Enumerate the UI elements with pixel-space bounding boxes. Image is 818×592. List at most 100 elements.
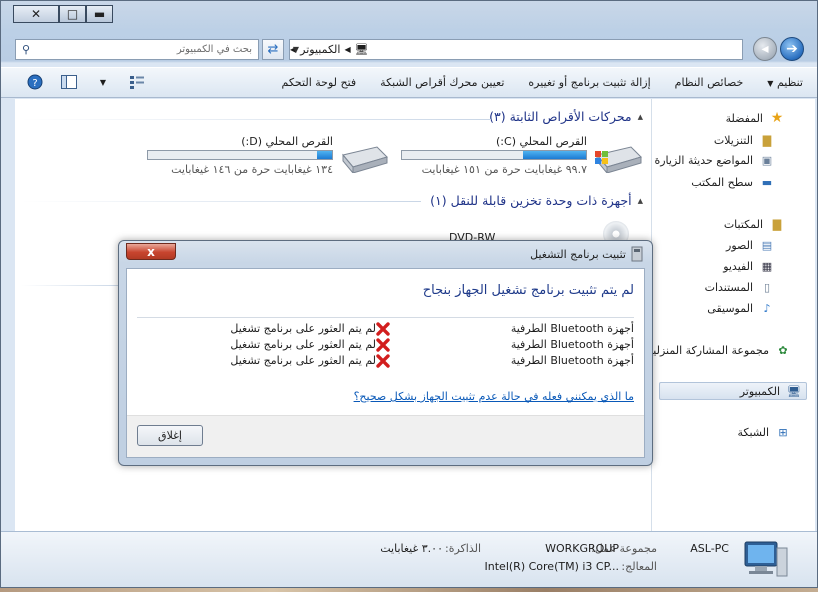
refresh-button[interactable]: ⇄ xyxy=(262,39,284,60)
nav-network[interactable]: ⊞ الشبكة xyxy=(737,425,791,439)
nav-documents-label: المستندات xyxy=(704,280,753,294)
computer-icon: 🖥 xyxy=(787,384,801,398)
device-status: لم يتم العثور على برنامج تشغيل xyxy=(230,322,376,335)
homegroup-icon: ✿ xyxy=(778,343,788,357)
group-divider xyxy=(21,285,121,286)
recent-places-icon: ▣ xyxy=(761,153,773,167)
map-network-drive-button[interactable]: تعيين محرك أقراص الشبكة xyxy=(380,76,504,89)
pictures-icon: ▤ xyxy=(761,238,773,252)
nav-documents[interactable]: ▯ المستندات xyxy=(705,280,775,294)
window-close-button[interactable]: ✕ xyxy=(13,5,59,23)
address-bar[interactable]: 🖥 ◀ الكمبيوتر ◀ xyxy=(289,39,743,60)
dialog-close-button[interactable]: x xyxy=(126,243,176,260)
nav-libraries-label: المكتبات xyxy=(723,217,763,231)
hdd-group-header[interactable]: ▲ محركات الأقراص الثابتة (٣) xyxy=(489,109,643,124)
nav-homegroup[interactable]: ✿ مجموعة المشاركة المنزلية xyxy=(647,343,791,357)
memory-value: ٣.٠٠ غيغابايت xyxy=(380,542,443,555)
device-row: أجهزة Bluetooth الطرفية لم يتم العثور عل… xyxy=(127,354,644,370)
music-note-icon: ♪ xyxy=(763,301,771,315)
nav-favorites-label: المفضلة xyxy=(725,111,763,125)
nav-videos[interactable]: ▦ الفيديو xyxy=(723,259,775,273)
documents-icon: ▯ xyxy=(763,280,771,294)
drive-c[interactable]: القرص المحلي (C:) ٩٩.٧ غيغابايت حرة من ١… xyxy=(395,135,643,181)
view-dropdown-icon[interactable]: ▼ xyxy=(93,73,113,91)
downloads-folder-icon: ▇ xyxy=(762,133,772,147)
star-icon: ★ xyxy=(770,110,784,126)
windows-drive-icon xyxy=(593,141,643,175)
group-divider xyxy=(21,119,491,120)
chevron-down-icon: ▼ xyxy=(292,45,300,54)
group-divider xyxy=(21,201,421,202)
preview-pane-icon[interactable] xyxy=(59,73,79,91)
removable-group-header[interactable]: ▲ أجهزة ذات وحدة تخزين قابلة للنقل (١) xyxy=(430,193,643,208)
forward-nav-button[interactable]: ➔ xyxy=(780,37,804,61)
svg-text:?: ? xyxy=(32,78,37,89)
breadcrumb-computer[interactable]: الكمبيوتر xyxy=(300,43,340,56)
network-icon: ⊞ xyxy=(778,425,788,439)
window-minimize-button[interactable]: ▬ xyxy=(86,5,113,23)
collapse-triangle-icon: ▲ xyxy=(637,196,643,205)
search-placeholder: بحث في الكمبيوتر xyxy=(176,44,252,55)
video-film-icon: ▦ xyxy=(761,259,773,273)
error-x-icon xyxy=(376,322,390,336)
nav-libraries[interactable]: ▇ المكتبات xyxy=(724,217,785,231)
drive-usage-bar xyxy=(401,150,587,160)
drive-d[interactable]: القرص المحلي (D:) ١٣٤ غيغابايت حرة من ١٤… xyxy=(141,135,389,181)
dialog-separator xyxy=(137,317,634,318)
view-controls: ? ▼ xyxy=(25,73,147,91)
dialog-body: لم يتم تثبيت برنامج تشغيل الجهاز بنجاح أ… xyxy=(126,268,645,458)
nav-recent-label: المواضع حديثة الزيارة xyxy=(654,153,753,167)
dialog-footer: إغلاق xyxy=(127,415,644,457)
nav-pictures-label: الصور xyxy=(726,238,753,252)
search-input[interactable]: بحث في الكمبيوتر ⚲ xyxy=(15,39,259,60)
device-name: أجهزة Bluetooth الطرفية xyxy=(510,354,634,367)
removable-group-title: أجهزة ذات وحدة تخزين قابلة للنقل (١) xyxy=(430,193,632,208)
refresh-icon: ⇄ xyxy=(267,42,279,57)
pc-name: ASL-PC xyxy=(690,542,729,555)
collapse-triangle-icon: ▲ xyxy=(637,112,643,121)
processor-value: Intel(R) Core(TM) i3 CP... xyxy=(484,560,619,573)
system-properties-button[interactable]: خصائص النظام xyxy=(675,76,744,89)
nav-music-label: الموسيقى xyxy=(707,301,753,315)
nav-homegroup-label: مجموعة المشاركة المنزلية xyxy=(647,343,769,357)
drive-usage-fill xyxy=(317,151,332,159)
desktop-icon: ▬ xyxy=(761,175,773,189)
close-button[interactable]: إغلاق xyxy=(137,425,203,446)
help-link[interactable]: ما الذي يمكنني فعله في حالة عدم تثبيت ال… xyxy=(354,390,634,403)
dialog-heading: لم يتم تثبيت برنامج تشغيل الجهاز بنجاح xyxy=(422,283,634,298)
nav-desktop-label: سطح المكتب xyxy=(691,175,753,189)
computer-small-icon: 🖥 xyxy=(354,43,369,56)
device-status: لم يتم العثور على برنامج تشغيل xyxy=(230,338,376,351)
address-dropdown-button[interactable]: ▼ xyxy=(287,39,305,60)
window-maximize-button[interactable]: □ xyxy=(59,5,86,23)
search-icon: ⚲ xyxy=(22,43,31,56)
error-x-icon xyxy=(376,338,390,352)
nav-favorites[interactable]: ★ المفضلة xyxy=(725,110,785,126)
organize-menu[interactable]: تنظيم ▼ xyxy=(767,76,803,89)
nav-desktop[interactable]: ▬ سطح المكتب xyxy=(691,175,775,189)
workgroup-value: WORKGROUP xyxy=(545,542,619,555)
device-row: أجهزة Bluetooth الطرفية لم يتم العثور عل… xyxy=(127,338,644,354)
uninstall-program-button[interactable]: إزالة تثبيت برنامج أو تغييره xyxy=(528,76,650,89)
nav-downloads-label: التنزيلات xyxy=(713,133,753,147)
hdd-group-title: محركات الأقراص الثابتة (٣) xyxy=(489,109,632,124)
change-view-icon[interactable] xyxy=(127,73,147,91)
help-icon[interactable]: ? xyxy=(25,73,45,91)
nav-downloads[interactable]: ▇ التنزيلات xyxy=(714,133,775,147)
driver-install-dialog: تثبيت برنامج التشغيل x لم يتم تثبيت برنا… xyxy=(118,240,653,466)
libraries-icon: ▇ xyxy=(772,217,782,231)
breadcrumb-separator-icon: ◀ xyxy=(344,45,351,54)
nav-computer-label: الكمبيوتر xyxy=(739,384,780,398)
device-status: لم يتم العثور على برنامج تشغيل xyxy=(230,354,376,367)
nav-recent-places[interactable]: ▣ المواضع حديثة الزيارة xyxy=(654,153,775,167)
drive-usage-bar xyxy=(147,150,333,160)
memory-label: الذاكرة: xyxy=(444,542,481,555)
device-name: أجهزة Bluetooth الطرفية xyxy=(510,338,634,351)
open-control-panel-button[interactable]: فتح لوحة التحكم xyxy=(282,76,357,89)
nav-computer[interactable]: 🖥 الكمبيوتر xyxy=(659,382,807,400)
nav-music[interactable]: ♪ الموسيقى xyxy=(707,301,775,315)
computer-icon xyxy=(741,538,789,582)
drive-free-space: ٩٩.٧ غيغابايت حرة من ١٥١ غيغابايت xyxy=(421,163,587,176)
back-nav-button[interactable]: ◂ xyxy=(753,37,777,61)
nav-pictures[interactable]: ▤ الصور xyxy=(726,238,775,252)
